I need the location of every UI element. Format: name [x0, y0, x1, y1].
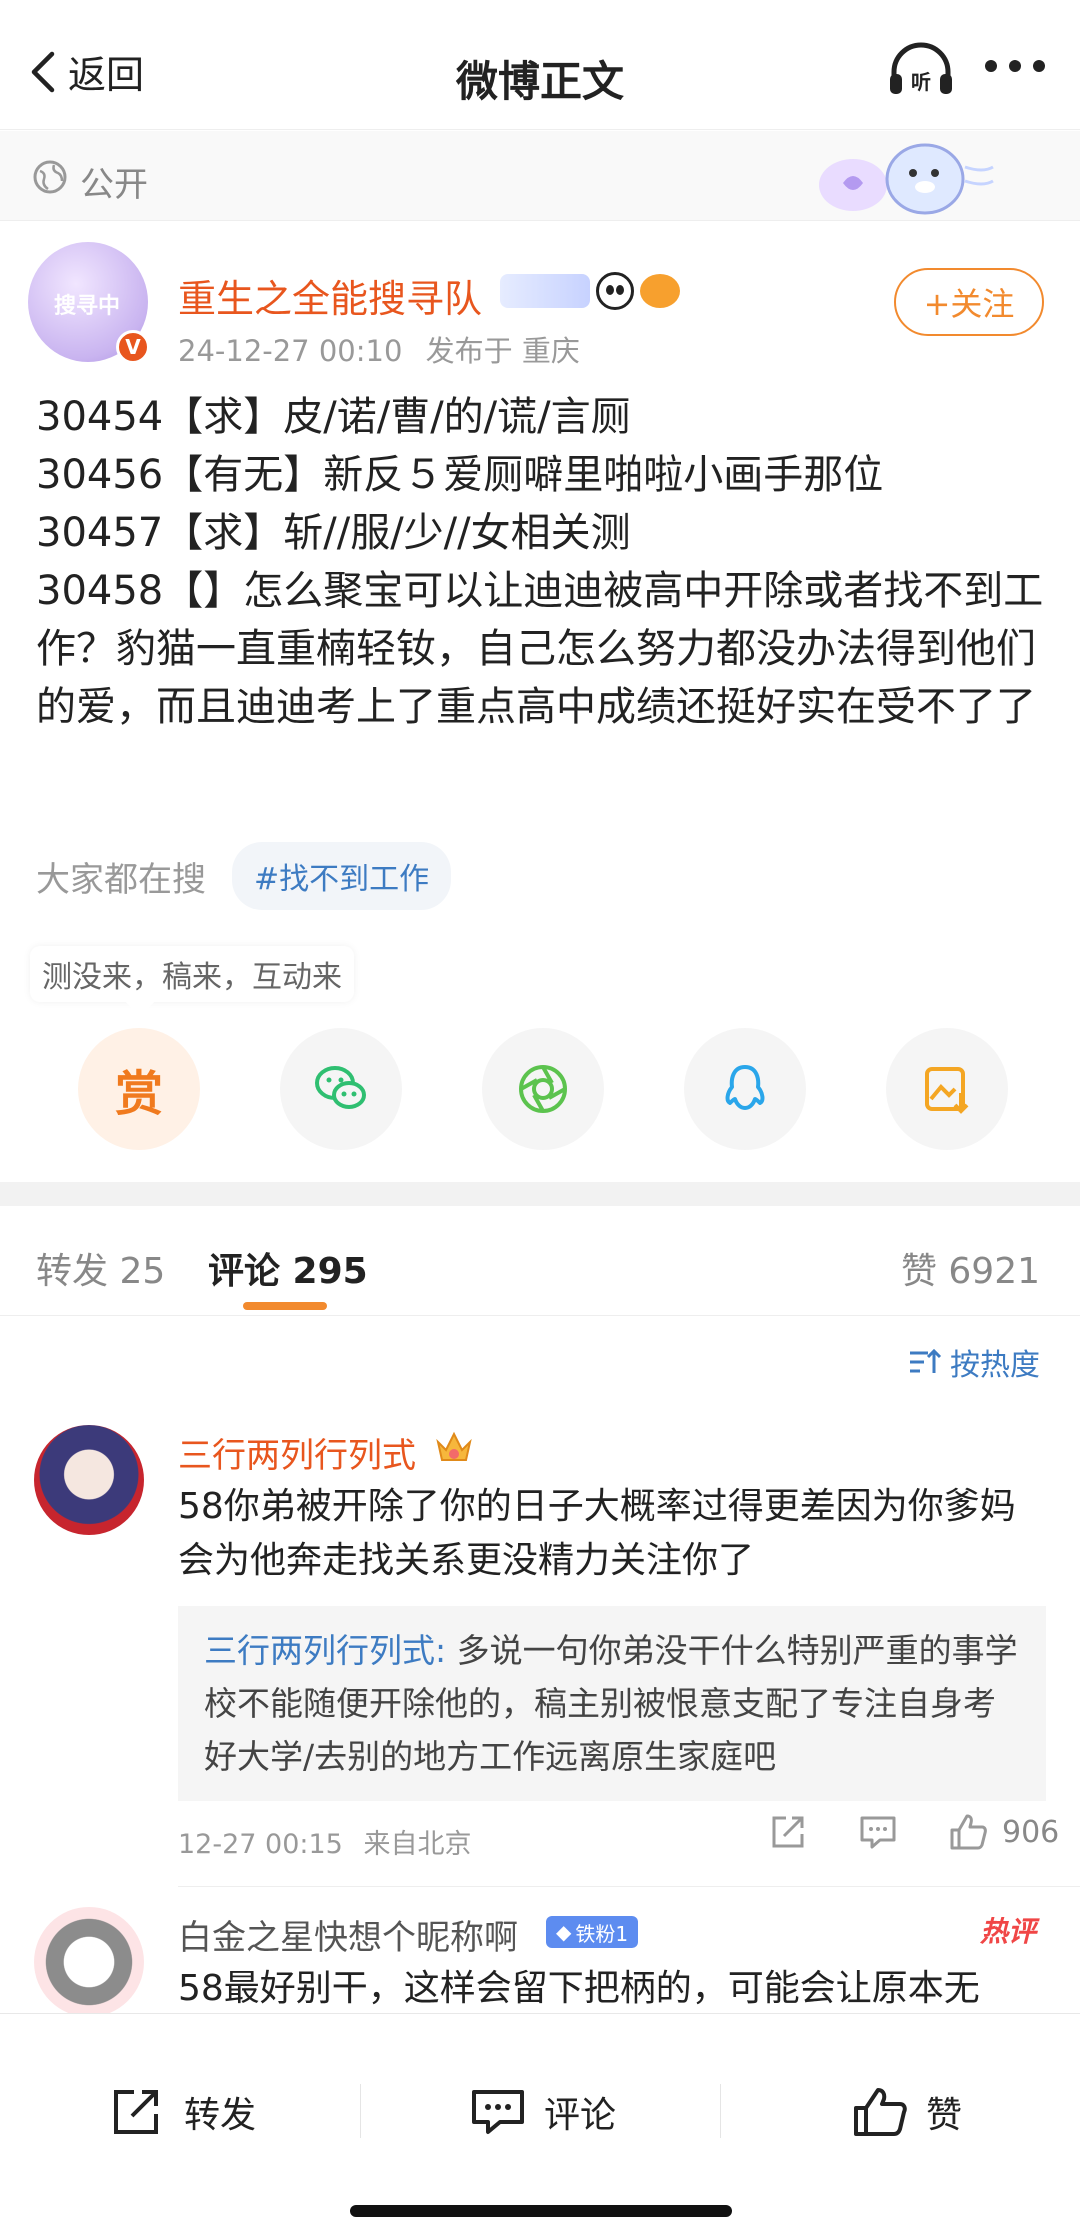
avatar-text: 搜寻中	[54, 294, 121, 319]
comment-time: 12-27 00:15	[178, 1829, 343, 1860]
dot-icon	[1009, 60, 1021, 72]
post-content: 30454【求】皮/诺/曹/的/谎/言厕 30456【有无】新反５爱厕噼里啪啦小…	[36, 388, 1046, 736]
share-moments-button[interactable]	[482, 1028, 604, 1150]
section-divider	[0, 1182, 1080, 1206]
sort-label: 按热度	[950, 1348, 1040, 1383]
comment-label: 评论	[544, 2095, 617, 2136]
save-image-icon	[925, 1067, 969, 1114]
pufferfish-badge-icon	[640, 274, 680, 308]
commenter-name[interactable]: 白金之星快想个昵称啊	[178, 1910, 518, 1959]
crown-badge-icon	[436, 1431, 472, 1461]
reply-author[interactable]: 三行两列行列式:	[204, 1631, 446, 1670]
repost-label: 转发	[184, 2095, 257, 2136]
share-qq-button[interactable]	[684, 1028, 806, 1150]
more-options-button[interactable]	[985, 60, 1045, 72]
active-tab-indicator	[243, 1302, 327, 1310]
reward-tip-bubble: 测没来，稿来，互动来	[30, 946, 354, 1002]
save-image-button[interactable]	[886, 1028, 1008, 1150]
moments-aperture-icon	[519, 1065, 567, 1113]
repost-icon	[114, 2090, 158, 2134]
follow-button[interactable]: +关注	[894, 268, 1044, 336]
sort-icon	[910, 1348, 942, 1373]
trending-search-row: 大家都在搜 #找不到工作	[36, 842, 452, 910]
commenter-name[interactable]: 三行两列行列式	[178, 1428, 416, 1477]
dot-icon	[985, 60, 997, 72]
member-badge-icon	[500, 274, 590, 308]
tab-reposts[interactable]: 转发 25	[36, 1242, 165, 1294]
comment-button[interactable]: 评论	[470, 2086, 616, 2138]
comment-reply[interactable]: 三行两列行列式: 多说一句你弟没干什么特别严重的事学校不能随便开除他的，稿主别被…	[178, 1606, 1046, 1801]
author-avatar[interactable]: 搜寻中 V	[28, 242, 150, 364]
post-line: 30454【求】皮/诺/曹/的/谎/言厕	[36, 394, 631, 440]
bar-divider	[360, 2084, 361, 2138]
like-button[interactable]: 赞	[852, 2086, 962, 2138]
thumbs-up-icon	[854, 2088, 907, 2136]
post-location: 发布于 重庆	[425, 334, 580, 368]
globe-icon	[33, 160, 67, 194]
sort-toggle[interactable]: 按热度	[908, 1340, 1040, 1384]
post-line: 30456【有无】新反５爱厕噼里啪啦小画手那位	[36, 452, 884, 498]
mascot-decoration-icon	[819, 143, 994, 215]
visibility-label: 公开	[80, 165, 148, 205]
weibo-post-page: 返回 微博正文 听 公开 搜寻中 V 重生之全能搜寻队 24-12-27 00:…	[0, 0, 1080, 2237]
reply-icon[interactable]	[858, 1812, 898, 1852]
diamond-icon: ◆	[556, 1920, 572, 1944]
author-name[interactable]: 重生之全能搜寻队	[178, 268, 482, 323]
post-line: 30458【】怎么聚宝可以让迪迪被高中开除或者找不到工作？豹猫一直重楠轻钕，自己…	[36, 568, 1044, 730]
share-icon[interactable]	[768, 1812, 808, 1852]
like-label: 赞	[926, 2095, 963, 2136]
tab-likes[interactable]: 赞 6921	[901, 1242, 1040, 1294]
trending-label: 大家都在搜	[36, 859, 206, 900]
commenter-avatar[interactable]	[34, 1907, 144, 2017]
post-date: 24-12-27 00:10	[178, 334, 403, 368]
fan-level-badge: ◆ 铁粉1	[546, 1916, 639, 1948]
reward-button[interactable]: 赏	[78, 1028, 200, 1150]
repost-button[interactable]: 转发	[110, 2086, 256, 2138]
listen-label: 听	[911, 70, 931, 94]
comment-like-button[interactable]: 906	[948, 1812, 1059, 1852]
comment-icon	[472, 2090, 524, 2134]
commenter-avatar[interactable]	[34, 1425, 144, 1535]
fan-level-label: 铁粉1	[575, 1921, 629, 1946]
comment-actions: 906	[768, 1812, 1059, 1852]
tab-comments[interactable]: 评论 295	[208, 1242, 368, 1294]
visibility-bar: 公开	[0, 131, 1080, 221]
comment-meta: 12-27 00:15 来自北京	[178, 1822, 471, 1861]
top-nav: 返回 微博正文 听	[0, 0, 1080, 130]
listen-headphones-icon[interactable]: 听	[886, 42, 956, 98]
thumbs-up-icon	[950, 1814, 987, 1850]
verified-badge-icon: V	[116, 330, 150, 364]
comment-text: 58最好别干，这样会留下把柄的，可能会让原本无	[178, 1968, 980, 2009]
like-count: 906	[1002, 1814, 1060, 1850]
qq-penguin-icon	[725, 1065, 765, 1110]
bar-divider	[720, 2084, 721, 2138]
author-badges	[500, 272, 680, 310]
trending-tag[interactable]: #找不到工作	[232, 842, 452, 910]
comment-text: 58你弟被开除了你的日子大概率过得更差因为你爹妈会为他奔走找关系更没精力关注你了	[178, 1486, 1016, 1581]
comment-separator	[178, 1886, 1080, 1887]
wechat-icon	[315, 1066, 366, 1109]
share-wechat-button[interactable]	[280, 1028, 402, 1150]
post-line: 30457【求】斩//服/少//女相关测	[36, 510, 631, 556]
post-tabs: 转发 25 评论 295 赞 6921	[0, 1206, 1080, 1316]
comment-source: 来自北京	[363, 1829, 472, 1860]
post-meta: 24-12-27 00:10 发布于 重庆	[178, 328, 580, 370]
reward-label: 赏	[114, 1066, 163, 1122]
hot-comment-tag: 热评	[980, 1915, 1037, 1948]
panda-badge-icon	[596, 272, 634, 310]
bottom-action-bar: 转发 评论 赞	[0, 2013, 1080, 2237]
home-indicator	[350, 2205, 732, 2217]
dot-icon	[1033, 60, 1045, 72]
share-actions: 赏	[78, 1028, 1008, 1150]
